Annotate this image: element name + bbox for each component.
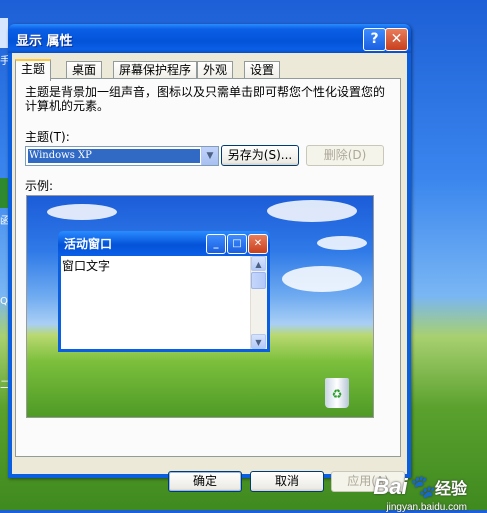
cancel-button[interactable]: 取消 (250, 471, 324, 492)
watermark-logo: Bai (373, 474, 408, 499)
tab-themes[interactable]: 主题 (15, 59, 52, 81)
desktop-icon[interactable] (0, 18, 8, 48)
help-button[interactable]: ? (363, 28, 386, 51)
close-icon: ✕ (248, 234, 268, 254)
theme-dropdown[interactable]: Windows XP ▼ (25, 146, 219, 166)
watermark: Bai🐾经验 jingyan.baidu.com (373, 474, 467, 513)
preview-window-body: 窗口文字 ▲ ▼ (61, 256, 267, 349)
cloud (282, 266, 362, 292)
preview-window-title: 活动窗口 (64, 237, 113, 251)
title-bar[interactable]: 显示 属性 ? ✕ (8, 24, 411, 53)
ok-button[interactable]: 确定 (168, 471, 242, 492)
cloud (317, 236, 367, 250)
tab-desktop[interactable]: 桌面 (66, 61, 103, 78)
maximize-icon: □ (227, 234, 247, 254)
tab-settings[interactable]: 设置 (244, 61, 281, 78)
theme-label: 主题(T): (25, 130, 70, 144)
preview-scrollbar: ▲ ▼ (250, 256, 267, 349)
display-properties-dialog: 显示 属性 ? ✕ 主题 桌面 屏幕保护程序 外观 设置 主题是背景加一组声音，… (8, 24, 411, 492)
watermark-url: jingyan.baidu.com (386, 502, 467, 513)
preview-active-window: 活动窗口 _ □ ✕ 窗口文字 ▲ ▼ (58, 231, 270, 352)
chevron-down-icon[interactable]: ▼ (201, 147, 218, 165)
tab-screen-saver[interactable]: 屏幕保护程序 (113, 61, 198, 78)
window-title: 显示 属性 (16, 34, 73, 49)
tab-appearance[interactable]: 外观 (197, 61, 234, 78)
paw-icon: 🐾 (407, 474, 435, 499)
cloud (47, 204, 117, 220)
themes-panel: 主题是背景加一组声音，图标以及只需单击即可帮您个性化设置您的计算机的元素。 主题… (15, 78, 401, 457)
delete-button[interactable]: 删除(D) (306, 145, 384, 166)
themes-description: 主题是背景加一组声音，图标以及只需单击即可帮您个性化设置您的计算机的元素。 (25, 85, 386, 113)
preview-title-bar: 活动窗口 _ □ ✕ (58, 231, 270, 256)
close-button[interactable]: ✕ (385, 28, 408, 51)
theme-dropdown-value: Windows XP (28, 149, 200, 163)
scroll-up-icon: ▲ (251, 256, 266, 271)
desktop-icon[interactable] (0, 178, 8, 208)
watermark-text: 经验 (434, 479, 467, 498)
dialog-client-area: 主题 桌面 屏幕保护程序 外观 设置 主题是背景加一组声音，图标以及只需单击即可… (12, 53, 407, 492)
cloud (267, 200, 357, 222)
save-as-button[interactable]: 另存为(S)... (221, 145, 299, 166)
preview-label: 示例: (25, 179, 54, 193)
theme-preview: ♻ 活动窗口 _ □ ✕ 窗口文字 ▲ ▼ (26, 195, 374, 418)
scroll-thumb (251, 272, 266, 289)
recycle-bin-icon: ♻ (325, 378, 349, 408)
preview-window-text: 窗口文字 (62, 259, 111, 273)
minimize-icon: _ (206, 234, 226, 254)
scroll-down-icon: ▼ (251, 334, 266, 349)
